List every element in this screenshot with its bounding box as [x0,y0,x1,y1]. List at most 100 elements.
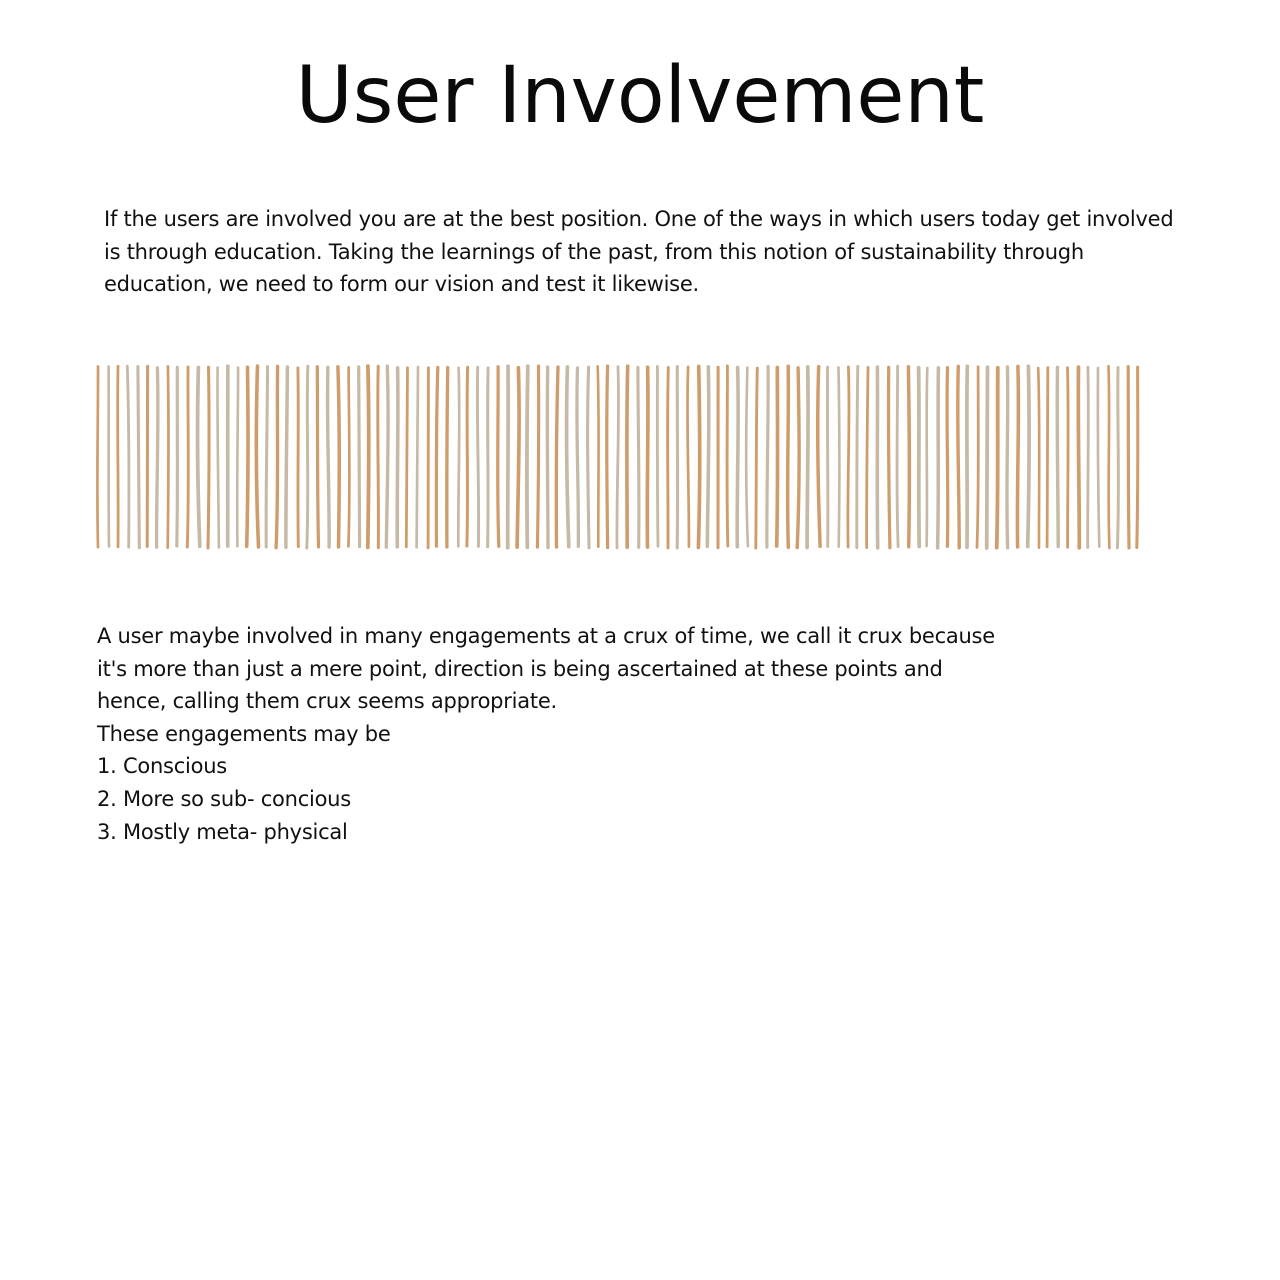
stripe-line [564,365,571,549]
stripe-line [1036,366,1041,549]
stripe-line [925,366,929,548]
stripe-line [956,364,961,550]
stripe-line [125,364,131,549]
stripe-line [365,364,371,550]
stripe-line [395,366,400,549]
stripe-line [545,365,550,550]
stripe-line [735,365,741,549]
stripe-line [284,365,290,549]
stripe-line [1086,365,1090,549]
stripe-line [475,365,481,548]
stripe-line [1107,364,1111,550]
stripe-line [376,364,380,550]
body-line: it's more than just a mere point, direct… [97,656,943,681]
stripe-line [805,364,810,550]
stripe-line [865,366,870,549]
stripe-line [116,364,120,549]
stripe-line [486,366,490,549]
stripe-line [1005,365,1010,550]
stripe-line [906,364,912,549]
stripe-line [666,366,670,550]
stripe-line [837,366,841,548]
stripe-line [347,365,351,548]
stripe-line [774,365,780,548]
stripe-line [886,365,892,550]
stripe-line [264,365,270,549]
engagement-list: 1. Conscious 2. More so sub- concious 3.… [97,750,1097,848]
stripe-line [1096,366,1101,548]
stripe-line [1135,365,1140,550]
stripe-line [445,365,450,549]
stripe-line [984,365,990,550]
stripe-line [975,365,980,549]
stripe-line [166,364,170,549]
stripe-line [235,366,240,548]
stripe-line [136,365,141,550]
stripe-line [1045,366,1050,549]
stripe-line [605,364,610,550]
stripe-line [325,365,331,549]
stripe-line [456,366,461,548]
stripe-line [754,366,759,550]
stripe-line [586,365,591,550]
stripe-line [195,365,202,549]
stripe-line [615,365,620,550]
stripe-line [645,365,650,549]
stripe-line [1025,364,1031,549]
stripe-line [336,365,342,549]
stripe-line [1126,365,1131,550]
stripe-line [744,366,750,548]
stripe-line [625,364,630,549]
stripe-line [1066,366,1070,549]
stripe-line [916,365,922,549]
stripe-line [855,364,860,550]
stripe-line [895,364,900,549]
body-line: These engagements may be [97,721,391,746]
stripe-line [1015,364,1021,549]
stripe-line [315,365,321,549]
stripe-line [705,365,711,549]
stripe-line [945,365,950,549]
intro-paragraph: If the users are involved you are at the… [104,207,1174,296]
stripe-line [305,364,310,550]
stripe-line [525,364,530,550]
stripe-line [496,365,501,548]
stripe-line [994,365,1000,550]
list-item: 1. Conscious [97,754,227,779]
stripe-line [244,365,250,549]
stripe-line [175,365,179,548]
stripe-line [785,364,791,550]
stripe-line [254,364,261,549]
stripe-line [415,365,420,549]
stripe-line [696,364,702,550]
stripe-line [95,365,100,549]
list-item: 3. Mostly meta- physical [97,819,348,844]
stripe-line [1055,365,1060,549]
stripe-line [596,364,600,548]
body-line: hence, calling them crux seems appropria… [97,689,557,714]
list-item: 2. More so sub- concious [97,786,351,811]
stripe-line [515,365,521,549]
stripe-line [935,366,941,550]
stripe-line [575,366,581,548]
body-text: A user maybe involved in many engagement… [97,620,1097,848]
stripe-line [554,365,560,549]
stripe-line [815,364,822,549]
stripe-line [765,364,770,549]
stripe-line [686,365,691,548]
stripe-line [655,364,660,548]
vertical-stripes-pattern [95,364,1140,550]
stripe-line [154,366,160,549]
stripe-line [384,364,390,549]
stripe-line [795,366,801,550]
stripe-line [636,365,641,549]
page-title: User Involvement [295,51,985,141]
stripe-line [725,364,730,548]
stripe-line [357,365,362,549]
stripe-line [1076,365,1082,550]
stripe-line [535,364,541,549]
stripe-line [274,364,280,550]
stripe-line [206,365,211,550]
stripe-line [434,365,440,548]
body-line: A user maybe involved in many engagement… [97,624,995,648]
